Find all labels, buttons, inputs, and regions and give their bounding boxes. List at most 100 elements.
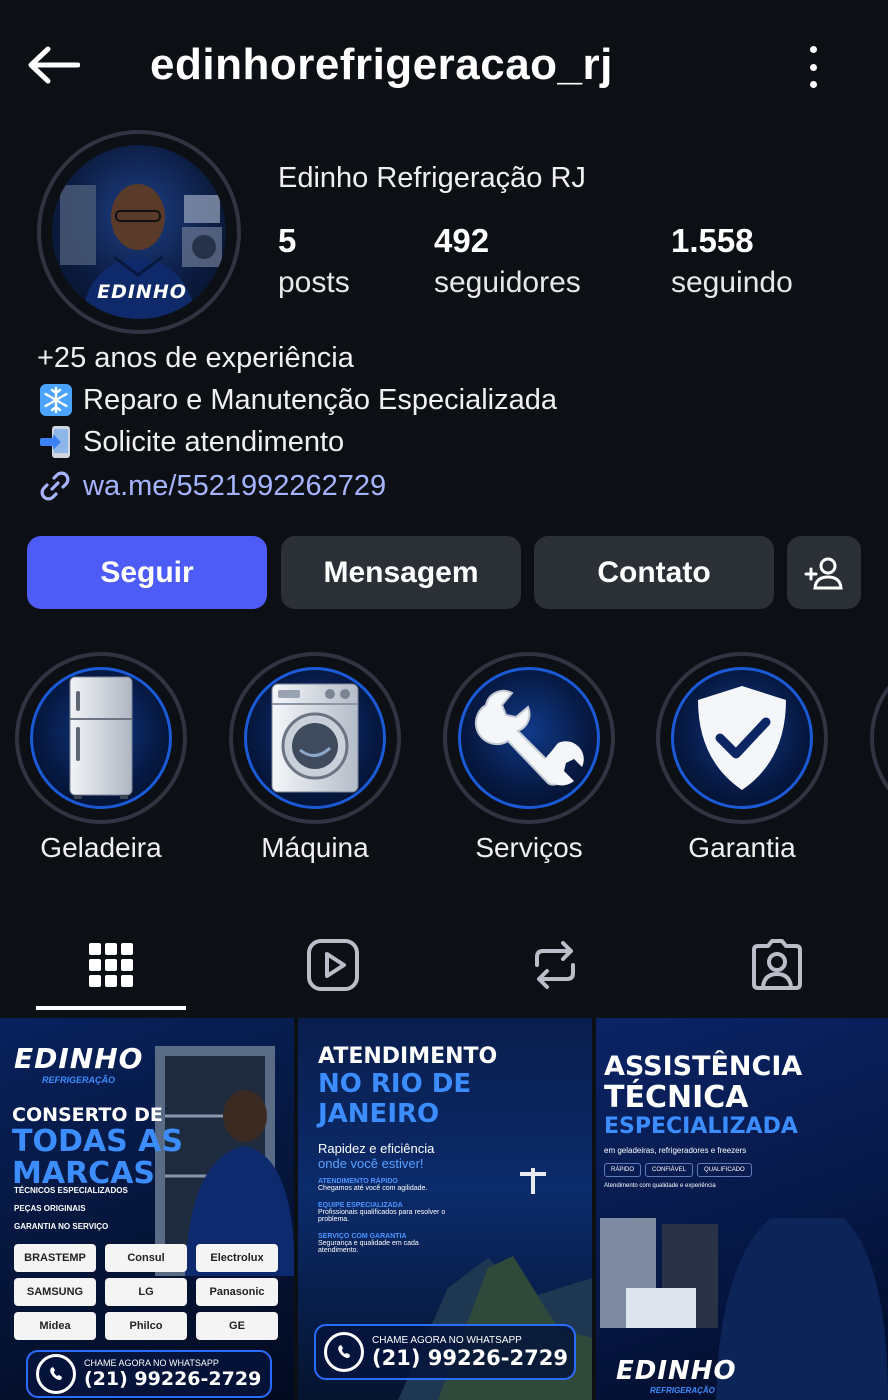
post-tag: RÁPIDO bbox=[604, 1163, 642, 1177]
brand-badge: Panasonic bbox=[196, 1278, 278, 1306]
tab-reposts[interactable] bbox=[444, 925, 666, 1005]
stat-value: 5 bbox=[278, 222, 297, 259]
more-dot-icon bbox=[809, 63, 817, 71]
stat-following[interactable]: 1.558 seguindo bbox=[671, 222, 793, 300]
grid-icon bbox=[89, 943, 133, 987]
highlight-ring bbox=[443, 652, 615, 824]
avatar-logo: EDINHO bbox=[97, 281, 187, 303]
post-tile-2[interactable]: ATENDIMENTO NO RIO DE JANEIRO Rapidez e … bbox=[298, 1018, 592, 1400]
arrow-left-icon bbox=[28, 46, 80, 84]
display-name: Edinho Refrigeração RJ bbox=[278, 162, 586, 194]
highlight-maquina[interactable]: Máquina bbox=[229, 652, 401, 864]
tab-reels[interactable] bbox=[222, 925, 444, 1005]
cta-text: CHAME AGORA NO WHATSAPP bbox=[84, 1358, 219, 1368]
top-bar: edinhorefrigeracao_rj bbox=[0, 0, 888, 130]
highlight-cover bbox=[671, 667, 813, 809]
feature-text: Profissionais qualificados para resolver… bbox=[318, 1209, 446, 1223]
feature-title: EQUIPE ESPECIALIZADA bbox=[318, 1202, 403, 1209]
stat-label: posts bbox=[278, 266, 350, 299]
bio-text: Reparo e Manutenção Especializada bbox=[83, 384, 557, 416]
whatsapp-cta: CHAME AGORA NO WHATSAPP (21) 99226-2729 bbox=[314, 1324, 576, 1380]
profile-link[interactable]: wa.me/5521992262729 bbox=[37, 468, 386, 504]
post-logo: EDINHO bbox=[616, 1356, 737, 1386]
post-tile-3[interactable]: ASSISTÊNCIA TÉCNICA ESPECIALIZADA em gel… bbox=[596, 1018, 888, 1400]
post-headline: CONSERTO DE bbox=[12, 1104, 163, 1126]
post-headline: ESPECIALIZADA bbox=[604, 1114, 798, 1139]
message-button[interactable]: Mensagem bbox=[281, 536, 521, 609]
post-feature: ATENDIMENTO RÁPIDO Chegamos até você com… bbox=[318, 1178, 458, 1192]
snowflake-icon bbox=[37, 382, 75, 418]
avatar[interactable]: EDINHO bbox=[37, 130, 241, 334]
post-tile-1[interactable]: EDINHO REFRIGERAÇÃO CONSERTO DE TODAS AS… bbox=[0, 1018, 294, 1400]
highlight-cover bbox=[30, 667, 172, 809]
reels-icon bbox=[307, 939, 359, 991]
cta-phone: (21) 99226-2729 bbox=[84, 1368, 262, 1390]
brand-badge: Midea bbox=[14, 1312, 96, 1340]
highlight-servicos[interactable]: Serviços bbox=[443, 652, 615, 864]
highlight-cover bbox=[244, 667, 386, 809]
bio-line: +25 anos de experiência bbox=[37, 337, 557, 379]
profile-username: edinhorefrigeracao_rj bbox=[150, 40, 613, 89]
post-logo: EDINHO bbox=[14, 1042, 144, 1075]
brand-badge: BRASTEMP bbox=[14, 1244, 96, 1272]
highlight-partial[interactable] bbox=[870, 652, 888, 824]
bio-line: Reparo e Manutenção Especializada bbox=[37, 379, 557, 421]
tab-tagged[interactable] bbox=[666, 925, 888, 1005]
feature-title: ATENDIMENTO RÁPIDO bbox=[318, 1178, 398, 1185]
stat-value: 1.558 bbox=[671, 222, 754, 259]
stat-value: 492 bbox=[434, 222, 490, 259]
reposts-icon bbox=[535, 941, 575, 989]
tab-grid[interactable] bbox=[0, 925, 222, 1005]
post-headline: TÉCNICA bbox=[604, 1080, 749, 1115]
stat-posts[interactable]: 5 posts bbox=[278, 222, 350, 300]
post-headline: ATENDIMENTO bbox=[318, 1044, 498, 1069]
stat-label: seguidores bbox=[434, 266, 581, 299]
phone-arrow-icon bbox=[37, 424, 75, 460]
tagged-icon bbox=[752, 939, 802, 990]
feature-title: SERVIÇO COM GARANTIA bbox=[318, 1233, 407, 1240]
highlight-label: Máquina bbox=[261, 832, 369, 863]
back-button[interactable] bbox=[26, 40, 86, 90]
post-note: Atendimento com qualidade e experiência bbox=[604, 1183, 716, 1189]
bio-line: Solicite atendimento bbox=[37, 421, 557, 463]
more-dot-icon bbox=[809, 46, 817, 53]
brand-badge: LG bbox=[105, 1278, 187, 1306]
post-headline: ASSISTÊNCIA bbox=[604, 1051, 803, 1082]
cta-text: CHAME AGORA NO WHATSAPP bbox=[372, 1334, 522, 1346]
brand-badge: Consul bbox=[105, 1244, 187, 1272]
stat-label: seguindo bbox=[671, 266, 793, 299]
whatsapp-icon bbox=[36, 1354, 76, 1394]
highlight-label: Garantia bbox=[688, 832, 796, 863]
active-tab-indicator bbox=[36, 1006, 186, 1010]
post-tag: CONFIÁVEL bbox=[645, 1163, 694, 1177]
more-dot-icon bbox=[809, 81, 817, 88]
follow-button[interactable]: Seguir bbox=[27, 536, 267, 609]
brand-badge: Philco bbox=[105, 1312, 187, 1340]
highlight-garantia[interactable]: Garantia bbox=[656, 652, 828, 864]
post-subtitle: onde você estiver! bbox=[318, 1156, 424, 1171]
post-bullet: TÉCNICOS ESPECIALIZADOS bbox=[14, 1186, 128, 1195]
fridge-icon bbox=[69, 676, 133, 799]
whatsapp-icon bbox=[324, 1332, 364, 1372]
suggested-users-button[interactable] bbox=[787, 536, 861, 609]
feature-text: Segurança e qualidade em cada atendiment… bbox=[318, 1240, 419, 1254]
post-bullet: PEÇAS ORIGINAIS bbox=[14, 1204, 86, 1213]
post-subtitle: Rapidez e eficiência bbox=[318, 1141, 435, 1156]
bio-text: +25 anos de experiência bbox=[37, 342, 354, 374]
highlight-geladeira[interactable]: Geladeira bbox=[15, 652, 187, 864]
shield-check-icon bbox=[698, 686, 786, 790]
brand-badge: GE bbox=[196, 1312, 278, 1340]
post-headline: NO RIO DE JANEIRO bbox=[318, 1069, 472, 1129]
highlight-ring bbox=[229, 652, 401, 824]
whatsapp-cta: CHAME AGORA NO WHATSAPP (21) 99226-2729 bbox=[26, 1350, 272, 1398]
stat-followers[interactable]: 492 seguidores bbox=[434, 222, 581, 300]
highlight-ring bbox=[15, 652, 187, 824]
post-logo-sub: REFRIGERAÇÃO bbox=[650, 1386, 715, 1395]
feature-text: Chegamos até você com agilidade. bbox=[318, 1185, 428, 1192]
contact-button[interactable]: Contato bbox=[534, 536, 774, 609]
highlight-label: Geladeira bbox=[40, 832, 162, 863]
more-options-button[interactable] bbox=[795, 42, 831, 92]
highlight-label: Serviços bbox=[475, 832, 583, 863]
link-text: wa.me/5521992262729 bbox=[83, 469, 387, 502]
cta-phone: (21) 99226-2729 bbox=[372, 1345, 568, 1370]
